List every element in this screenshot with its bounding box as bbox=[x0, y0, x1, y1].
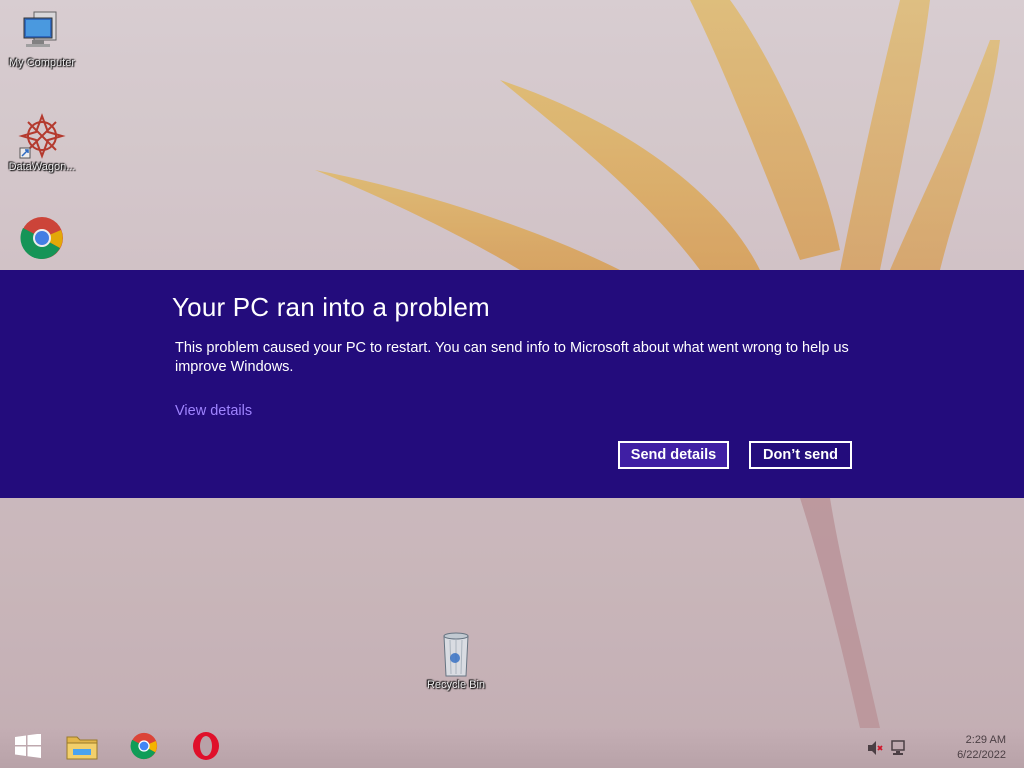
clock-time: 2:29 AM bbox=[965, 734, 1006, 746]
taskbar: 2:29 AM 6/22/2022 bbox=[0, 728, 1024, 768]
system-tray: 2:29 AM 6/22/2022 bbox=[864, 728, 1024, 768]
taskbar-opera[interactable] bbox=[178, 728, 234, 768]
chrome-icon bbox=[129, 731, 159, 766]
clock-date: 6/22/2022 bbox=[957, 749, 1006, 761]
start-button[interactable] bbox=[0, 728, 56, 768]
view-details-link[interactable]: View details bbox=[175, 403, 252, 419]
file-explorer-icon bbox=[65, 731, 99, 766]
opera-icon bbox=[191, 731, 221, 766]
volume-muted-icon[interactable] bbox=[866, 740, 884, 761]
error-message: This problem caused your PC to restart. … bbox=[175, 340, 849, 375]
network-icon[interactable] bbox=[890, 740, 908, 761]
error-title: Your PC ran into a problem bbox=[172, 292, 490, 322]
taskbar-file-explorer[interactable] bbox=[54, 728, 110, 768]
send-details-button[interactable]: Send details bbox=[618, 441, 729, 469]
dont-send-button[interactable]: Don’t send bbox=[749, 441, 852, 469]
taskbar-chrome[interactable] bbox=[116, 728, 172, 768]
error-dialog: Your PC ran into a problem This problem … bbox=[0, 270, 1024, 498]
taskbar-clock[interactable]: 2:29 AM 6/22/2022 bbox=[957, 733, 1006, 763]
windows-start-icon bbox=[14, 733, 42, 763]
